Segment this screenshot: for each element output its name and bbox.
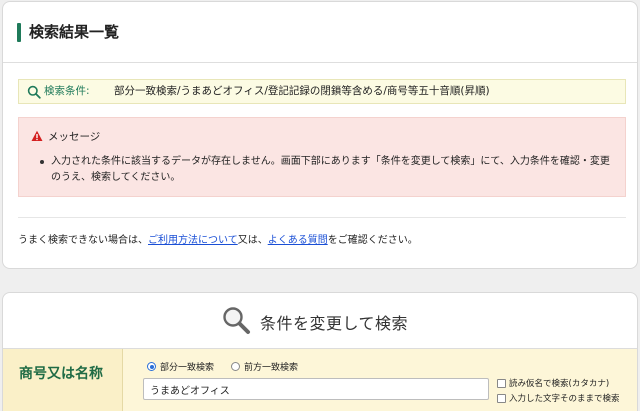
search-header: 条件を変更して検索 (3, 293, 637, 349)
message-list: 入力された条件に該当するデータが存在しません。画面下部にあります「条件を変更して… (37, 154, 617, 186)
divider (18, 217, 626, 218)
name-field-row: 商号又は名称 部分一致検索 前方一致検索 読み仮名で検索(カタカナ) 入力した文… (3, 349, 637, 411)
search-condition-box: 検索条件: 部分一致検索/うまあどオフィス/登記記録の閉鎖等含める/商号等五十音… (18, 79, 626, 104)
prefix-match-radio[interactable] (231, 362, 240, 371)
message-title: メッセージ (48, 131, 101, 143)
search-icon (27, 85, 41, 99)
kana-search-checkbox[interactable] (497, 379, 506, 388)
partial-match-radio[interactable] (147, 362, 156, 371)
help-middle: 又は、 (237, 235, 268, 246)
message-item: 入力された条件に該当するデータが存在しません。画面下部にあります「条件を変更して… (37, 154, 617, 186)
results-card: 検索結果一覧 検索条件: 部分一致検索/うまあどオフィス/登記記録の閉鎖等含める… (2, 1, 638, 269)
field-label: 商号又は名称 (3, 349, 123, 411)
partial-match-label: 部分一致検索 (160, 363, 215, 373)
change-search-card: 条件を変更して検索 商号又は名称 部分一致検索 前方一致検索 読み仮名で検索(カ… (2, 292, 638, 411)
message-box: メッセージ 入力された条件に該当するデータが存在しません。画面下部にあります「条… (18, 117, 626, 197)
title-accent-bar (17, 23, 21, 42)
help-suffix: をご確認ください。 (327, 235, 418, 246)
name-input[interactable] (143, 378, 489, 400)
help-prefix: うまく検索できない場合は、 (18, 235, 148, 246)
search-title: 条件を変更して検索 (260, 314, 409, 333)
field-label-text: 商号又は名称 (19, 366, 103, 382)
prefix-match-label: 前方一致検索 (244, 363, 299, 373)
faq-link[interactable]: よくある質問 (268, 235, 328, 246)
warning-icon (31, 130, 43, 141)
exact-search-label: 入力した文字そのままで検索 (509, 394, 620, 404)
page-title: 検索結果一覧 (29, 23, 120, 41)
magnifier-icon (223, 307, 250, 334)
results-header: 検索結果一覧 (3, 2, 637, 63)
usage-link[interactable]: ご利用方法について (148, 235, 238, 246)
condition-value: 部分一致検索/うまあどオフィス/登記記録の閉鎖等含める/商号等五十音順(昇順) (114, 85, 490, 97)
kana-search-label: 読み仮名で検索(カタカナ) (509, 379, 610, 389)
help-text: うまく検索できない場合は、ご利用方法について又は、よくある質問をご確認ください。 (18, 231, 418, 246)
condition-label: 検索条件: (44, 85, 90, 97)
exact-search-checkbox[interactable] (497, 394, 506, 403)
